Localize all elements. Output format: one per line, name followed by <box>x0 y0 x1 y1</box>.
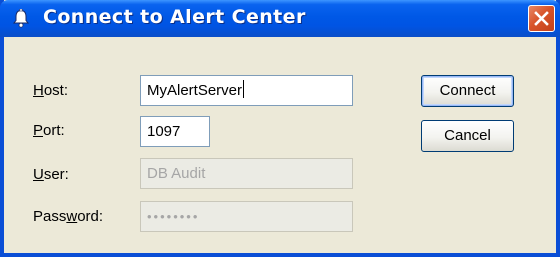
port-input[interactable]: 1097 <box>140 116 210 147</box>
text-caret <box>243 80 245 98</box>
window-title: Connect to Alert Center <box>43 6 306 28</box>
bell-icon <box>12 9 30 28</box>
dialog-body: Host: MyAlertServer Port: 1097 User: DB … <box>4 37 556 253</box>
cancel-button[interactable]: Cancel <box>421 120 514 152</box>
user-input[interactable]: DB Audit <box>140 158 353 189</box>
host-input[interactable]: MyAlertServer <box>140 75 353 106</box>
password-label: Password: <box>33 208 104 225</box>
close-button[interactable] <box>528 5 555 32</box>
dialog-window: Connect to Alert Center Host: MyAlertSer… <box>0 0 560 257</box>
connect-button[interactable]: Connect <box>421 75 514 107</box>
password-input[interactable]: •••••••• <box>140 201 353 232</box>
port-label: Port: <box>33 122 65 139</box>
host-label: Host: <box>33 82 69 99</box>
title-bar[interactable]: Connect to Alert Center <box>0 0 560 37</box>
close-icon <box>534 11 549 26</box>
user-label: User: <box>33 166 69 183</box>
